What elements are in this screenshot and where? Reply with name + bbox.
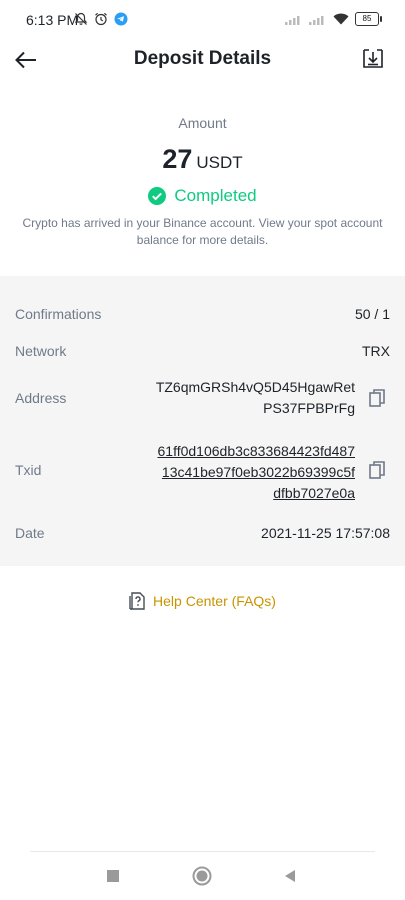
back-nav-button[interactable]	[280, 866, 300, 886]
check-circle-icon	[148, 187, 167, 205]
help-center-label: Help Center (FAQs)	[153, 593, 276, 609]
nav-divider	[30, 851, 375, 852]
address-line: PS37FPBPrFg	[263, 400, 355, 416]
status-text: Completed	[174, 186, 257, 205]
download-icon	[363, 49, 383, 68]
txid-link[interactable]: 61ff0d106db3c833684423fd487 13c41be97f0e…	[158, 441, 356, 504]
system-nav-bar	[0, 862, 405, 890]
download-button[interactable]	[359, 44, 387, 72]
status-right-icons: 85	[285, 12, 382, 26]
copy-address-icon[interactable]	[369, 389, 385, 407]
mute-bell-icon	[74, 12, 88, 25]
status-time: 6:13 PM	[26, 12, 79, 28]
wifi-icon	[333, 13, 349, 25]
header: Deposit Details	[0, 40, 405, 80]
signal-icon	[285, 16, 300, 25]
page-title: Deposit Details	[133, 48, 272, 69]
txid-line: dfbb7027e0a	[273, 485, 355, 501]
home-circle-icon	[192, 866, 212, 886]
recents-button[interactable]	[103, 866, 123, 886]
amount-unit: USDT	[196, 153, 243, 172]
status-left-icons	[74, 12, 128, 26]
amount-value: 27	[162, 144, 193, 174]
recents-square-icon	[107, 870, 119, 882]
back-triangle-icon	[285, 870, 295, 882]
help-center-link[interactable]: Help Center (FAQs)	[0, 592, 405, 610]
address-value[interactable]: TZ6qmGRSh4vQ5D45HgawRet PS37FPBPrFg	[156, 377, 355, 419]
txid-line: 61ff0d106db3c833684423fd487	[157, 443, 356, 459]
home-button[interactable]	[192, 866, 212, 886]
copy-txid-icon[interactable]	[369, 461, 385, 479]
battery-icon: 85	[355, 12, 382, 26]
amount-display: 27 USDT	[0, 144, 405, 175]
telegram-icon	[114, 12, 128, 26]
address-line: TZ6qmGRSh4vQ5D45HgawRet	[155, 379, 355, 395]
date-label: Date	[15, 525, 45, 541]
txid-label: Txid	[15, 462, 42, 478]
details-card: Confirmations 50 / 1 Network TRX Address…	[0, 276, 405, 566]
alarm-icon	[95, 12, 107, 26]
deposit-status: Completed	[0, 186, 405, 206]
help-document-icon	[129, 592, 145, 610]
network-value: TRX	[362, 343, 390, 359]
signal-icon	[309, 16, 324, 25]
txid-line: 13c41be97f0eb3022b69399c5f	[161, 464, 355, 480]
date-value: 2021-11-25 17:57:08	[261, 525, 390, 541]
address-label: Address	[15, 390, 67, 406]
network-label: Network	[15, 343, 67, 359]
info-message: Crypto has arrived in your Binance accou…	[22, 216, 383, 247]
confirmations-label: Confirmations	[15, 306, 102, 322]
amount-label: Amount	[178, 115, 227, 131]
deposit-details-screen: 6:13 PM 85 Deposit Details Amount 27 USD…	[0, 0, 405, 900]
status-bar: 6:13 PM 85	[0, 0, 405, 42]
confirmations-value: 50 / 1	[354, 306, 390, 322]
